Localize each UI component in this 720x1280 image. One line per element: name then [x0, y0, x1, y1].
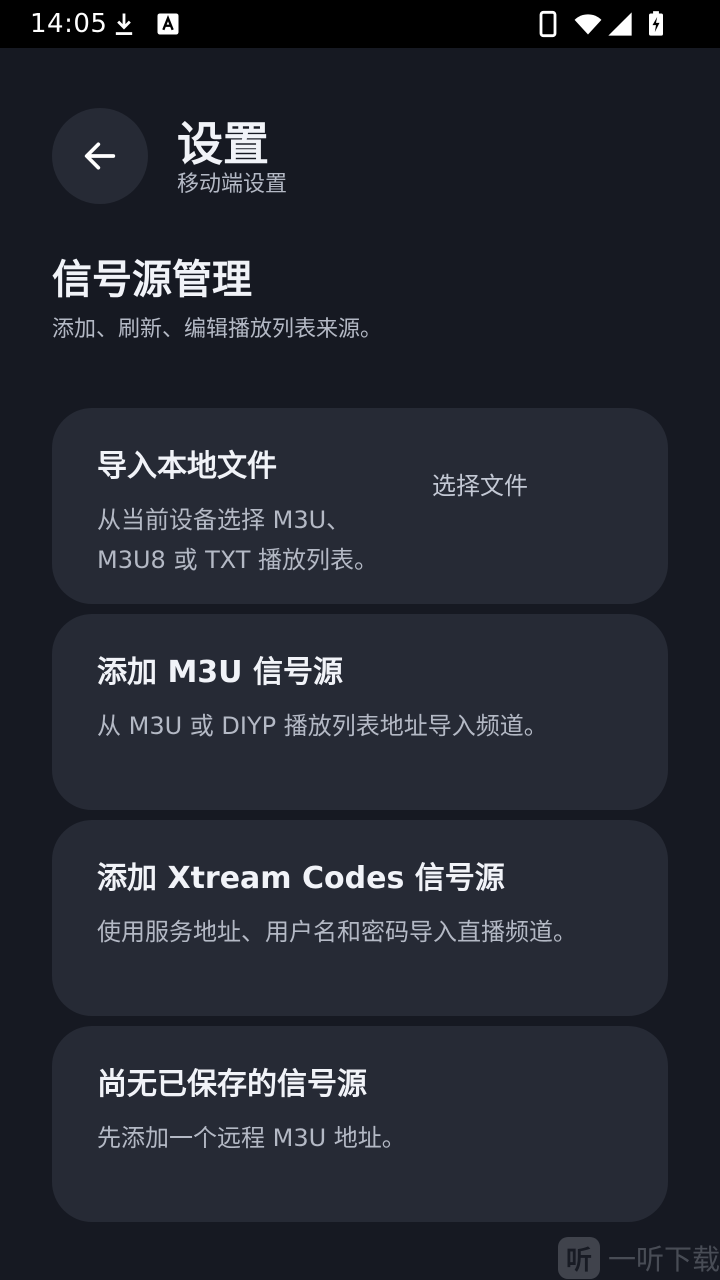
page-title: 设置 [177, 117, 269, 171]
page-subtitle: 移动端设置 [177, 172, 288, 197]
add-xtream-codes-source-card[interactable]: 添加 Xtream Codes 信号源 使用服务地址、用户名和密码导入直播频道。 [52, 820, 668, 1016]
font-a-icon [154, 10, 182, 38]
card-description: 使用服务地址、用户名和密码导入直播频道。 [97, 918, 577, 946]
card-title: 导入本地文件 [97, 449, 277, 484]
status-time: 14:05 [30, 9, 108, 39]
choose-file-button[interactable]: 选择文件 [432, 466, 528, 506]
section-description: 添加、刷新、编辑播放列表来源。 [52, 317, 383, 342]
watermark-text: 一听下载 [607, 1243, 720, 1276]
card-title: 添加 M3U 信号源 [97, 655, 343, 690]
import-local-file-card[interactable]: 导入本地文件 从当前设备选择 M3U、M3U8 或 TXT 播放列表。 选择文件 [52, 408, 668, 604]
watermark: 听 一听下载 [558, 1236, 720, 1280]
card-description: 从当前设备选择 M3U、M3U8 或 TXT 播放列表。 [97, 506, 379, 574]
wifi-icon [574, 10, 602, 38]
back-button[interactable] [52, 108, 148, 204]
card-title: 尚无已保存的信号源 [97, 1067, 367, 1102]
watermark-logo: 听 [558, 1237, 600, 1279]
status-bar: 14:05 [0, 0, 720, 48]
card-title: 添加 Xtream Codes 信号源 [97, 861, 505, 896]
battery-charging-icon [642, 10, 670, 38]
arrow-left-icon [80, 136, 120, 176]
card-description: 先添加一个远程 M3U 地址。 [97, 1124, 406, 1152]
add-m3u-source-card[interactable]: 添加 M3U 信号源 从 M3U 或 DIYP 播放列表地址导入频道。 [52, 614, 668, 810]
card-description: 从 M3U 或 DIYP 播放列表地址导入频道。 [97, 712, 548, 740]
phone-icon [534, 10, 562, 38]
signal-icon [606, 10, 634, 38]
section-title: 信号源管理 [52, 257, 252, 303]
no-saved-sources-card: 尚无已保存的信号源 先添加一个远程 M3U 地址。 [52, 1026, 668, 1222]
download-icon [110, 10, 138, 38]
